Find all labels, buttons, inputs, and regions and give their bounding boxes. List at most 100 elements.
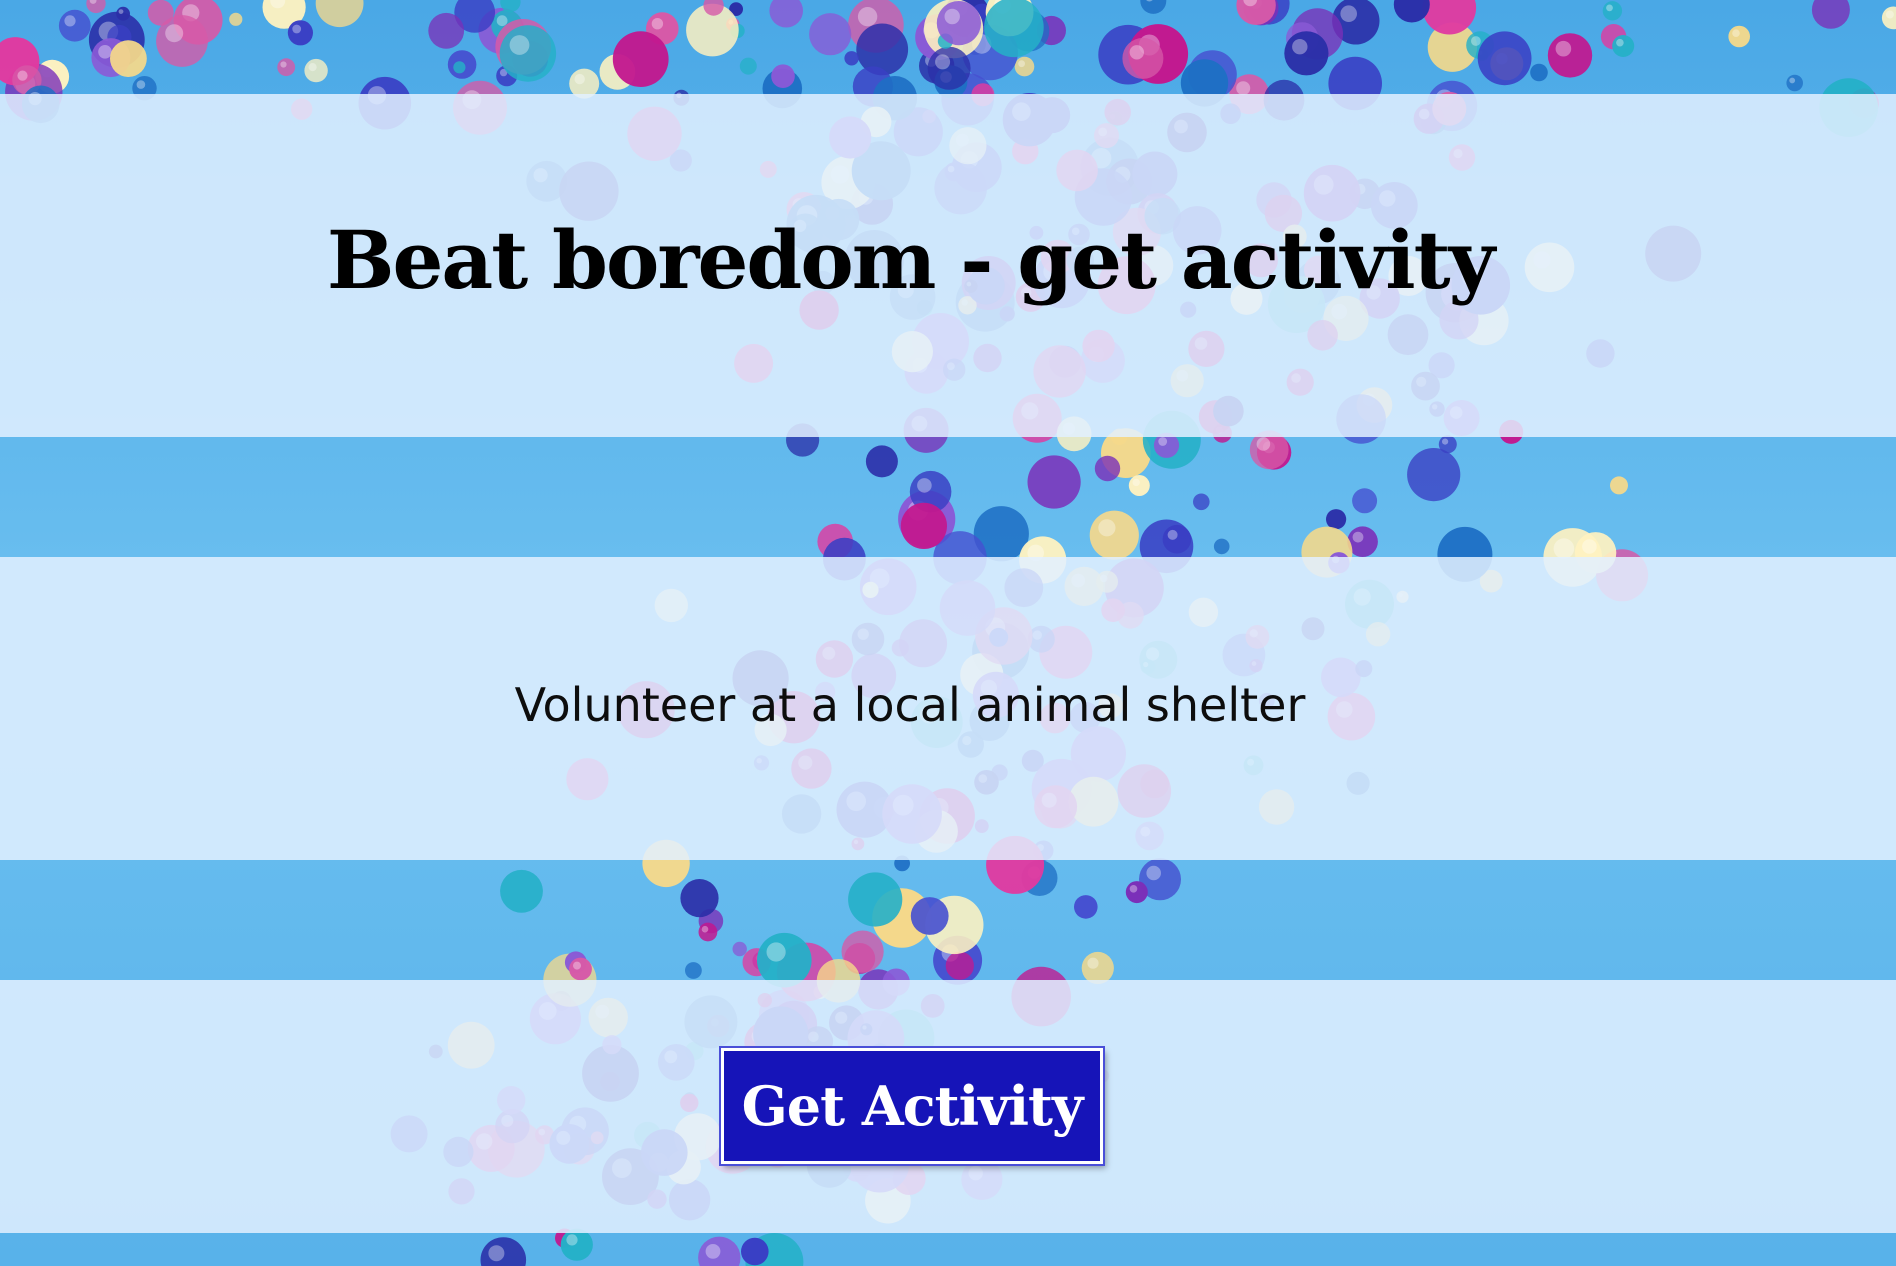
balloon-highlight bbox=[917, 478, 932, 493]
balloon-shape bbox=[499, 25, 557, 82]
balloon-highlight bbox=[1146, 865, 1161, 881]
balloon-shape bbox=[116, 6, 130, 21]
balloon-shape bbox=[1074, 895, 1098, 919]
balloon-highlight bbox=[944, 8, 960, 25]
balloon-highlight bbox=[766, 942, 786, 962]
balloon-shape bbox=[945, 951, 974, 980]
balloon-highlight bbox=[165, 24, 184, 43]
activity-text: Volunteer at a local animal shelter bbox=[514, 678, 1306, 732]
balloon-shape bbox=[739, 57, 757, 75]
balloon-shape bbox=[1128, 475, 1150, 496]
balloon-shape bbox=[680, 879, 719, 918]
balloon-shape bbox=[1602, 1, 1623, 21]
balloon-shape bbox=[1193, 493, 1210, 511]
balloon-shape bbox=[1407, 448, 1461, 502]
balloon-shape bbox=[569, 957, 592, 981]
balloon-highlight bbox=[705, 1244, 721, 1259]
page-title: Beat boredom - get activity bbox=[326, 213, 1495, 307]
balloon-shape bbox=[1213, 538, 1230, 555]
balloon-highlight bbox=[1158, 437, 1168, 446]
balloon-shape bbox=[1027, 455, 1081, 509]
balloon-shape bbox=[1728, 25, 1750, 48]
balloon-highlight bbox=[1292, 39, 1308, 55]
balloon-highlight bbox=[1885, 10, 1894, 19]
balloon-highlight bbox=[566, 1234, 578, 1246]
balloon-shape bbox=[1530, 63, 1548, 82]
balloon-highlight bbox=[98, 45, 112, 59]
balloon-shape bbox=[698, 922, 718, 942]
balloon-shape bbox=[1610, 476, 1628, 495]
balloon-shape bbox=[58, 9, 91, 42]
balloon-shape bbox=[927, 46, 971, 90]
balloon-highlight bbox=[1129, 885, 1138, 893]
balloon-shape bbox=[741, 1237, 769, 1266]
balloon-highlight bbox=[17, 70, 28, 81]
balloon-shape bbox=[1125, 881, 1148, 904]
balloon-highlight bbox=[1616, 38, 1624, 47]
balloon-highlight bbox=[1582, 539, 1597, 554]
balloon-shape bbox=[848, 872, 903, 927]
balloon-shape bbox=[156, 15, 208, 67]
balloon-shape bbox=[732, 941, 747, 957]
balloon-shape bbox=[1612, 35, 1635, 57]
balloon-shape bbox=[287, 20, 313, 46]
balloon-highlight bbox=[1471, 36, 1481, 46]
balloon-shape bbox=[1014, 56, 1035, 77]
balloon-highlight bbox=[574, 73, 585, 85]
balloon-shape bbox=[1393, 0, 1430, 23]
balloon-highlight bbox=[1129, 45, 1145, 60]
balloon-shape bbox=[1089, 510, 1139, 560]
balloon-shape bbox=[771, 64, 795, 88]
balloon-highlight bbox=[1087, 957, 1099, 969]
balloon-shape bbox=[769, 0, 803, 28]
balloon-highlight bbox=[857, 7, 878, 27]
balloon-shape bbox=[109, 40, 147, 77]
balloon-highlight bbox=[935, 54, 951, 70]
balloon-highlight bbox=[1553, 538, 1575, 559]
balloon-highlight bbox=[488, 1245, 505, 1262]
balloon-highlight bbox=[1256, 437, 1271, 451]
balloon-shape bbox=[809, 13, 852, 56]
balloon-shape bbox=[612, 31, 669, 88]
balloon-shape bbox=[1284, 31, 1329, 76]
balloon-highlight bbox=[1167, 529, 1178, 540]
balloon-shape bbox=[865, 445, 898, 478]
balloon-highlight bbox=[1018, 60, 1025, 68]
balloon-highlight bbox=[118, 9, 124, 15]
balloon-shape bbox=[844, 51, 859, 66]
balloon-highlight bbox=[1340, 5, 1357, 22]
balloon-shape bbox=[304, 58, 328, 83]
balloon-highlight bbox=[1555, 40, 1572, 57]
balloon-shape bbox=[936, 1, 982, 46]
balloon-shape bbox=[428, 12, 465, 49]
balloon-shape bbox=[1140, 0, 1167, 14]
balloon-highlight bbox=[651, 18, 664, 30]
get-activity-button[interactable]: Get Activity bbox=[721, 1048, 1103, 1164]
balloon-shape bbox=[560, 1228, 593, 1261]
balloon-shape bbox=[856, 23, 909, 76]
balloon-shape bbox=[1811, 0, 1850, 29]
balloon-highlight bbox=[64, 15, 76, 27]
balloon-shape bbox=[1786, 74, 1803, 92]
balloon-shape bbox=[910, 897, 949, 935]
balloon-highlight bbox=[280, 61, 287, 68]
balloon-highlight bbox=[701, 925, 709, 933]
balloon-highlight bbox=[1732, 29, 1740, 37]
balloon-shape bbox=[685, 962, 702, 979]
balloon-shape bbox=[277, 58, 296, 77]
balloon-highlight bbox=[308, 63, 317, 72]
balloon-shape bbox=[500, 869, 543, 913]
balloon-shape bbox=[1326, 509, 1347, 530]
balloon-highlight bbox=[509, 35, 530, 55]
balloon-shape bbox=[1352, 488, 1378, 514]
balloon-highlight bbox=[496, 15, 508, 27]
balloon-shape bbox=[1122, 37, 1164, 79]
balloon-shape bbox=[984, 0, 1044, 58]
balloon-shape bbox=[1547, 33, 1593, 78]
balloon-shape bbox=[229, 12, 243, 26]
balloon-shape bbox=[1162, 524, 1192, 554]
balloon-highlight bbox=[573, 961, 581, 970]
balloon-shape bbox=[453, 61, 466, 74]
balloon-highlight bbox=[1442, 438, 1449, 445]
balloon-highlight bbox=[1606, 4, 1613, 12]
